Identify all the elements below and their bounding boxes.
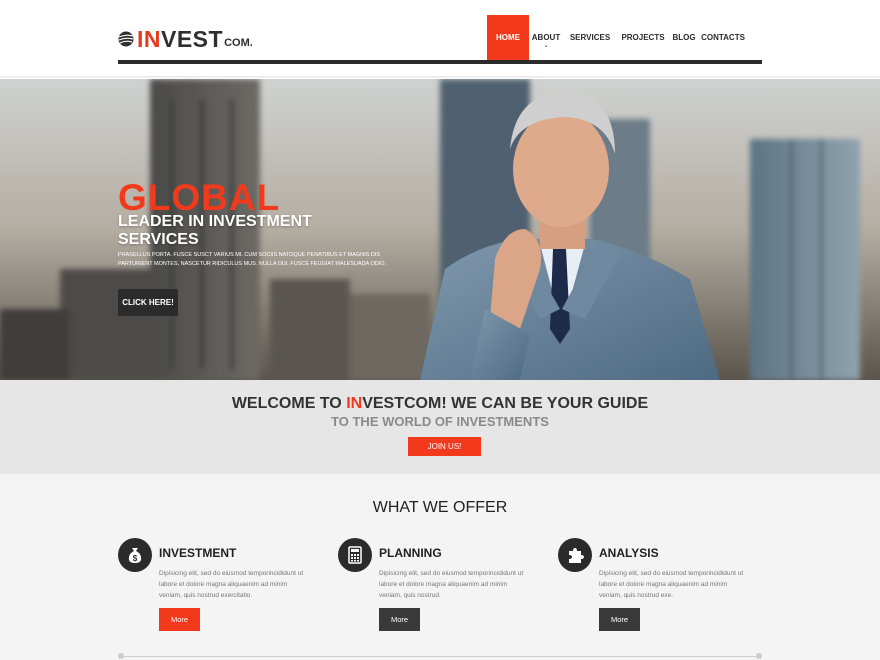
nav-services[interactable]: SERVICES: [565, 15, 615, 60]
planning-more-button[interactable]: More: [379, 608, 420, 631]
hero-text: PHASELLUS PORTA. FUSCE SUSCT VARIUS MI. …: [118, 252, 387, 267]
divider-dot-right: [756, 653, 762, 659]
logo[interactable]: IN VEST COM.: [118, 25, 253, 52]
offer-card-planning: PLANNING Dipisicing elit, sed do eiusmod…: [338, 538, 538, 648]
welcome-subheading: TO THE WORLD OF INVESTMENTS: [331, 414, 549, 429]
welcome-heading-post: VESTCOM! WE CAN BE YOUR GUIDE: [362, 395, 649, 412]
join-us-button[interactable]: JOIN US!: [408, 437, 481, 456]
welcome-heading: WELCOME TO INVESTCOM! WE CAN BE YOUR GUI…: [0, 395, 880, 413]
globe-logo-icon: [118, 31, 134, 47]
card-title: INVESTMENT: [159, 546, 237, 560]
card-text: Dipisicing elit, sed do eiusmod temporin…: [159, 570, 304, 599]
logo-text-com: COM.: [224, 37, 253, 49]
section-divider: [120, 656, 760, 657]
card-title: PLANNING: [379, 546, 442, 560]
puzzle-icon: [558, 538, 592, 572]
logo-text-in: IN: [137, 25, 161, 52]
analysis-more-button[interactable]: More: [599, 608, 640, 631]
card-title: ANALYSIS: [599, 546, 659, 560]
nav-about-label: ABOUT: [531, 33, 561, 42]
nav-about[interactable]: ABOUT ⌄: [529, 15, 563, 60]
offer-title: WHAT WE OFFER: [372, 499, 508, 516]
nav-home[interactable]: HOME: [487, 15, 529, 60]
main-nav: HOME ABOUT ⌄ SERVICES PROJECTS BLOG CONT…: [487, 15, 745, 60]
click-here-button[interactable]: CLICK HERE!: [118, 289, 178, 316]
offer-section: WHAT WE OFFER $ INVESTMENT Dipisicing el…: [0, 474, 880, 660]
site-header: IN VEST COM. HOME ABOUT ⌄ SERVICES PROJE…: [0, 0, 880, 79]
money-bag-icon: $: [118, 538, 152, 572]
offer-card-analysis: ANALYSIS Dipisicing elit, sed do eiusmod…: [558, 538, 758, 648]
welcome-heading-highlight: IN: [346, 395, 363, 412]
hero-banner: GLOBAL LEADER IN INVESTMENT SERVICES PHA…: [0, 79, 880, 380]
hero-title: GLOBAL: [118, 177, 281, 218]
header-divider: [118, 60, 762, 64]
investment-more-button[interactable]: More: [159, 608, 200, 631]
nav-projects[interactable]: PROJECTS: [619, 15, 667, 60]
welcome-heading-pre: WELCOME TO: [231, 395, 347, 412]
hero-subtitle: LEADER IN INVESTMENT SERVICES: [118, 213, 312, 248]
divider-dot-left: [118, 653, 124, 659]
calculator-icon: [338, 538, 372, 572]
nav-contacts[interactable]: CONTACTS: [701, 15, 745, 60]
logo-text-vest: VEST: [161, 25, 224, 52]
svg-text:$: $: [133, 554, 138, 563]
nav-blog[interactable]: BLOG: [671, 15, 697, 60]
welcome-section: WELCOME TO INVESTCOM! WE CAN BE YOUR GUI…: [0, 380, 880, 474]
card-text: Dipisicing elit, sed do eiusmod temporin…: [599, 570, 744, 599]
offer-card-investment: $ INVESTMENT Dipisicing elit, sed do eiu…: [118, 538, 318, 648]
chevron-down-icon: ⌄: [543, 43, 549, 49]
card-text: Dipisicing elit, sed do eiusmod temporin…: [379, 570, 524, 599]
